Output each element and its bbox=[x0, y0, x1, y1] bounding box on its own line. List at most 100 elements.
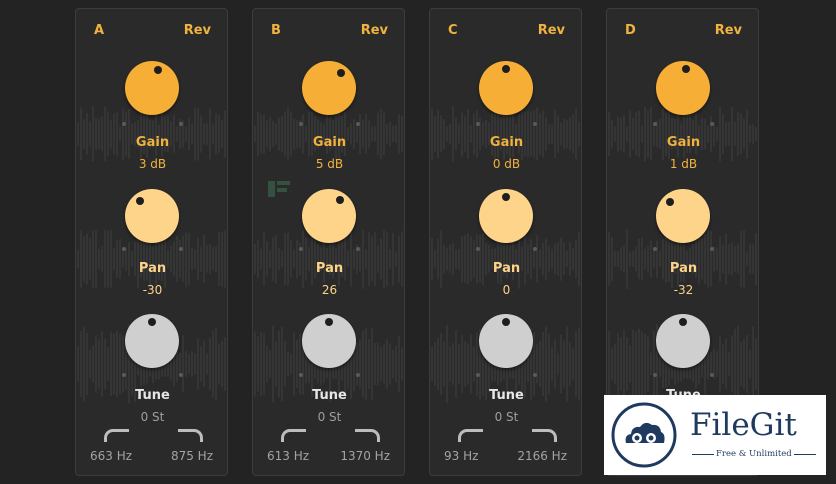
tune-label: Tune bbox=[489, 388, 524, 403]
tune-value: 0 St bbox=[140, 410, 165, 424]
channel-strip-c: C Rev Gain 0 dB Pan 0 Tune 0 St 93 Hz 2166 Hz bbox=[429, 8, 582, 476]
low-cut-filter-handle[interactable] bbox=[104, 429, 129, 442]
knob-max-tick bbox=[356, 247, 360, 251]
knob-max-tick bbox=[710, 122, 714, 126]
knob-min-tick bbox=[476, 122, 480, 126]
pan-knob[interactable] bbox=[479, 189, 533, 243]
pan-label: Pan bbox=[492, 261, 521, 276]
knob-max-tick bbox=[533, 247, 537, 251]
pan-label: Pan bbox=[138, 261, 167, 276]
gain-knob[interactable] bbox=[302, 61, 356, 115]
low-cut-filter-handle[interactable] bbox=[458, 429, 483, 442]
low-cut-frequency: 93 Hz bbox=[444, 449, 479, 463]
pan-knob[interactable] bbox=[656, 189, 710, 243]
gain-value: 1 dB bbox=[669, 157, 698, 171]
knob-max-tick bbox=[356, 373, 360, 377]
filegit-brand: FileGit bbox=[690, 407, 797, 443]
knob-indicator bbox=[502, 65, 510, 73]
high-cut-frequency: 1370 Hz bbox=[340, 449, 390, 463]
knob-indicator bbox=[666, 197, 675, 206]
knob-indicator bbox=[325, 318, 333, 326]
knob-min-tick bbox=[653, 247, 657, 251]
pan-label: Pan bbox=[669, 261, 698, 276]
knob-max-tick bbox=[533, 373, 537, 377]
knob-min-tick bbox=[299, 373, 303, 377]
tagline-rule-right bbox=[794, 454, 816, 455]
reverse-toggle[interactable]: Rev bbox=[361, 23, 388, 38]
knob-min-tick bbox=[122, 122, 126, 126]
gain-label: Gain bbox=[489, 135, 524, 150]
knob-min-tick bbox=[476, 373, 480, 377]
tune-knob[interactable] bbox=[125, 314, 179, 368]
knob-min-tick bbox=[299, 122, 303, 126]
pan-value: -30 bbox=[142, 283, 163, 297]
tune-knob[interactable] bbox=[656, 314, 710, 368]
low-cut-filter-handle[interactable] bbox=[281, 429, 306, 442]
knob-indicator bbox=[502, 193, 510, 201]
tune-label: Tune bbox=[312, 388, 347, 403]
pan-knob[interactable] bbox=[125, 189, 179, 243]
high-cut-filter-handle[interactable] bbox=[355, 429, 380, 442]
knob-indicator bbox=[148, 318, 156, 326]
channel-letter: A bbox=[94, 23, 105, 38]
gain-label: Gain bbox=[135, 135, 170, 150]
gain-knob[interactable] bbox=[656, 61, 710, 115]
tune-value: 0 St bbox=[494, 410, 519, 424]
knob-max-tick bbox=[356, 122, 360, 126]
pan-value: 26 bbox=[321, 283, 338, 297]
channel-strip-b: B Rev Gain 5 dB Pan 26 Tune 0 St 613 Hz 1370 Hz bbox=[252, 8, 405, 476]
knob-max-tick bbox=[710, 247, 714, 251]
cloud-logo-icon bbox=[611, 402, 677, 468]
knob-max-tick bbox=[179, 247, 183, 251]
knob-max-tick bbox=[179, 122, 183, 126]
pan-value: -32 bbox=[673, 283, 694, 297]
knob-indicator bbox=[502, 318, 510, 326]
knob-indicator bbox=[679, 318, 687, 326]
filegit-badge: FileGit Free & Unlimited bbox=[604, 395, 826, 475]
reverse-toggle[interactable]: Rev bbox=[184, 23, 211, 38]
low-cut-frequency: 613 Hz bbox=[267, 449, 310, 463]
tune-label: Tune bbox=[135, 388, 170, 403]
high-cut-filter-handle[interactable] bbox=[532, 429, 557, 442]
low-cut-frequency: 663 Hz bbox=[90, 449, 133, 463]
channel-strip-a: A Rev Gain 3 dB Pan -30 Tune 0 St 663 Hz 875 Hz bbox=[75, 8, 228, 476]
gain-label: Gain bbox=[666, 135, 701, 150]
filegit-tagline: Free & Unlimited bbox=[716, 449, 792, 459]
knob-max-tick bbox=[710, 373, 714, 377]
knob-max-tick bbox=[179, 373, 183, 377]
knob-indicator bbox=[335, 196, 344, 205]
reverse-toggle[interactable]: Rev bbox=[538, 23, 565, 38]
tune-knob[interactable] bbox=[479, 314, 533, 368]
gain-knob[interactable] bbox=[125, 61, 179, 115]
knob-indicator bbox=[681, 65, 690, 74]
channel-letter: D bbox=[625, 23, 636, 38]
knob-min-tick bbox=[653, 373, 657, 377]
filecr-logo-icon bbox=[268, 181, 290, 197]
knob-min-tick bbox=[122, 247, 126, 251]
gain-label: Gain bbox=[312, 135, 347, 150]
pan-value: 0 bbox=[502, 283, 511, 297]
knob-min-tick bbox=[299, 247, 303, 251]
tagline-rule-left bbox=[692, 454, 714, 455]
knob-max-tick bbox=[533, 122, 537, 126]
gain-value: 3 dB bbox=[138, 157, 167, 171]
knob-min-tick bbox=[653, 122, 657, 126]
gain-value: 0 dB bbox=[492, 157, 521, 171]
knob-indicator bbox=[337, 69, 346, 78]
pan-knob[interactable] bbox=[302, 189, 356, 243]
reverse-toggle[interactable]: Rev bbox=[715, 23, 742, 38]
knob-min-tick bbox=[122, 373, 126, 377]
high-cut-filter-handle[interactable] bbox=[178, 429, 203, 442]
channel-letter: C bbox=[448, 23, 458, 38]
pan-label: Pan bbox=[315, 261, 344, 276]
knob-min-tick bbox=[476, 247, 480, 251]
tune-knob[interactable] bbox=[302, 314, 356, 368]
tune-value: 0 St bbox=[317, 410, 342, 424]
high-cut-frequency: 875 Hz bbox=[170, 449, 213, 463]
channel-letter: B bbox=[271, 23, 281, 38]
high-cut-frequency: 2166 Hz bbox=[517, 449, 567, 463]
knob-indicator bbox=[135, 197, 144, 206]
gain-value: 5 dB bbox=[315, 157, 344, 171]
knob-indicator bbox=[154, 66, 163, 75]
gain-knob[interactable] bbox=[479, 61, 533, 115]
